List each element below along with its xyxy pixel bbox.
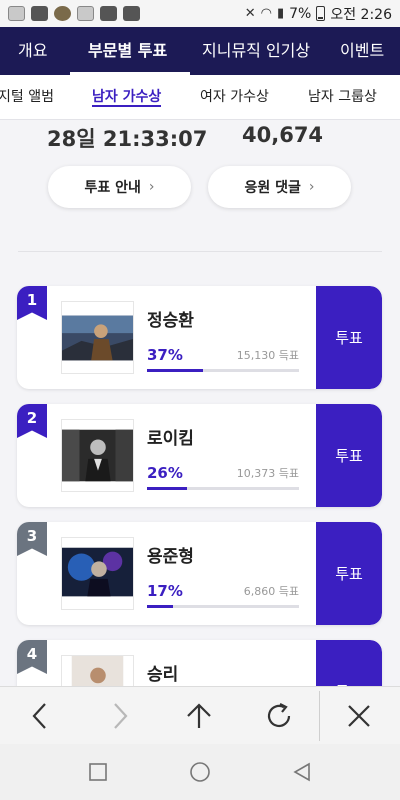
vote-progress-fill [147,369,204,372]
battery-percent: 7% [289,5,312,22]
back-icon[interactable] [10,687,70,745]
artist-name: 승리 [147,665,179,685]
vote-progress-fill [147,605,173,608]
cheer-comments-label: 응원 댓글 [244,180,301,196]
section-divider [18,251,382,252]
scroll-top-icon[interactable] [169,687,229,745]
candidate-card: 2 로이킴 26% 10,373 득표 투표 [17,404,382,507]
u-app-icon [8,6,25,21]
vote-percent: 26% [147,464,183,482]
vote-progress-bar [147,487,299,490]
close-icon[interactable] [329,687,389,745]
system-nav-bar [0,744,400,800]
artist-name: 정승환 [147,311,194,331]
vote-guide-button[interactable]: 투표 안내 › [48,166,191,208]
tab-events[interactable]: 이벤트 [340,27,384,75]
vote-content[interactable]: 28일 21:33:07 40,674 투표 안내 › 응원 댓글 › 1 정승… [0,120,400,686]
total-votes-value: 40,674 [242,123,324,147]
recent-apps-icon[interactable] [84,758,112,786]
vote-button[interactable]: 투표 [316,404,382,507]
subtab-female-singer[interactable]: 여자 가수상 [200,75,269,119]
artist-name: 로이킴 [147,429,194,449]
chat-icon [31,6,48,21]
artist-photo [61,419,134,492]
top-nav: 개요 부문별 투표 지니뮤직 인기상 이벤트 [0,27,400,75]
deadline-value: 28일 21:33:07 [47,127,208,151]
avatar-icon [54,6,71,21]
status-bar: ✕ ◠ ▮ 7% 오전 2:26 [0,0,400,27]
artist-photo [61,655,134,686]
notification-icon [77,6,94,21]
image-icon [123,6,140,21]
vote-percent: 17% [147,582,183,600]
artist-photo [61,537,134,610]
candidate-card: 3 용준형 17% 6,860 득표 투표 [17,522,382,625]
vote-count: 6,860 득표 [243,585,299,598]
vote-count: 10,373 득표 [236,467,299,480]
clock: 오전 2:26 [330,6,392,23]
chevron-right-icon: › [308,179,315,195]
vote-percent: 37% [147,346,183,364]
cheer-comments-button[interactable]: 응원 댓글 › [208,166,351,208]
tab-overview[interactable]: 개요 [18,27,47,75]
artist-name: 용준형 [147,547,194,567]
artist-photo [61,301,134,374]
battery-icon [316,6,326,21]
vote-count: 15,130 득표 [236,349,299,362]
rank-badge: 4 [17,640,47,674]
subtab-digital-album[interactable]: 지털 앨범 [0,75,54,119]
rank-badge: 2 [17,404,47,438]
candidate-card: 4 승리 투표 [17,640,382,686]
system-back-icon[interactable] [288,758,316,786]
signal-icon: ▮ [276,6,285,21]
tab-category-vote[interactable]: 부문별 투표 [88,27,167,75]
subtab-male-group[interactable]: 남자 그룹상 [308,75,377,119]
toolbar-separator [319,691,320,741]
forward-icon[interactable] [90,687,150,745]
vote-progress-bar [147,369,299,372]
vote-button[interactable]: 투표 [316,640,382,686]
reload-icon[interactable] [249,687,309,745]
vote-progress-bar [147,605,299,608]
subtab-male-singer[interactable]: 남자 가수상 [92,75,162,119]
home-icon[interactable] [186,758,214,786]
vote-button[interactable]: 투표 [316,522,382,625]
vote-guide-label: 투표 안내 [84,180,141,196]
mute-icon: ✕ [244,6,256,21]
candidate-card: 1 정승환 37% 15,130 득표 투표 [17,286,382,389]
rank-badge: 1 [17,286,47,320]
sub-nav: 지털 앨범 남자 가수상 여자 가수상 남자 그룹상 [0,75,400,120]
tv-icon [100,6,117,21]
tab-genie-popularity[interactable]: 지니뮤직 인기상 [202,27,310,75]
browser-toolbar [0,686,400,744]
chevron-right-icon: › [148,179,155,195]
vote-button[interactable]: 투표 [316,286,382,389]
rank-badge: 3 [17,522,47,556]
wifi-icon: ◠ [260,6,272,21]
vote-progress-fill [147,487,187,490]
